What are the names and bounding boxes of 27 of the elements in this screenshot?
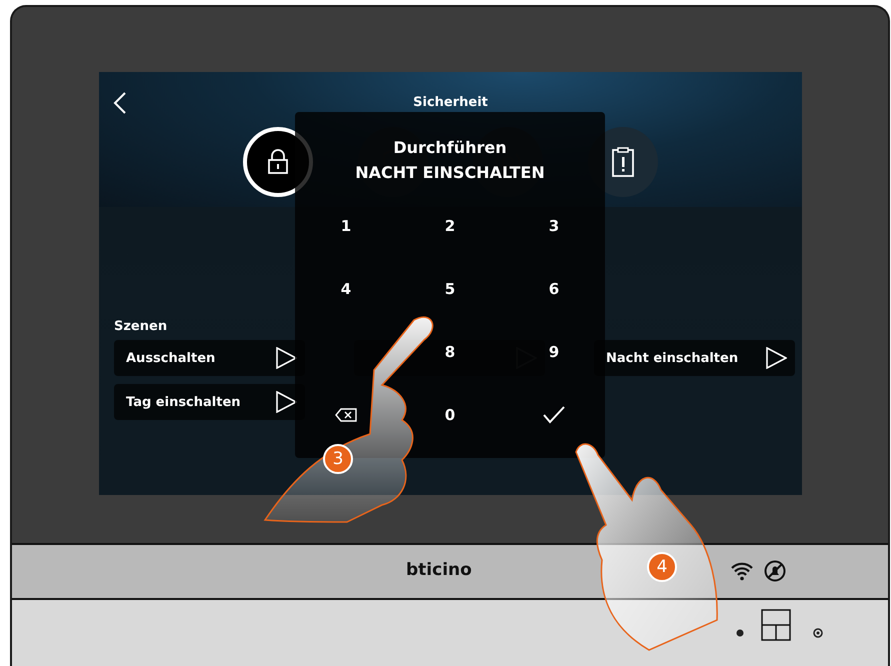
checkmark-icon bbox=[543, 406, 565, 424]
play-icon bbox=[275, 347, 297, 369]
dialog-title: Durchführen bbox=[393, 138, 507, 157]
mute-bell-icon bbox=[764, 560, 786, 582]
wifi-icon bbox=[731, 561, 753, 581]
keypad-key[interactable]: 3 bbox=[534, 210, 574, 242]
keypad-key[interactable]: 1 bbox=[326, 210, 366, 242]
lock-icon bbox=[267, 149, 289, 175]
home-key-icon[interactable] bbox=[761, 609, 791, 641]
sensor-ring-icon bbox=[813, 628, 823, 638]
keypad-key[interactable]: 6 bbox=[534, 273, 574, 305]
dialog-subtitle: NACHT EINSCHALTEN bbox=[355, 163, 545, 182]
play-icon bbox=[275, 391, 297, 413]
section-title: Szenen bbox=[114, 319, 168, 334]
play-icon bbox=[765, 347, 787, 369]
backspace-icon bbox=[335, 408, 357, 422]
keypad-key[interactable]: 5 bbox=[430, 273, 470, 305]
back-icon[interactable] bbox=[113, 92, 127, 114]
keypad-key[interactable]: 9 bbox=[534, 336, 574, 368]
keypad-key[interactable]: 8 bbox=[430, 336, 470, 368]
brand-logo: bticino bbox=[406, 560, 472, 580]
screen-title: Sicherheit bbox=[412, 95, 489, 110]
led-dot-icon bbox=[736, 629, 744, 637]
keypad-key[interactable]: 4 bbox=[326, 273, 366, 305]
keypad-key[interactable]: 2 bbox=[430, 210, 470, 242]
clipboard-alert-icon bbox=[611, 146, 635, 178]
keypad-key[interactable]: 0 bbox=[430, 399, 470, 431]
